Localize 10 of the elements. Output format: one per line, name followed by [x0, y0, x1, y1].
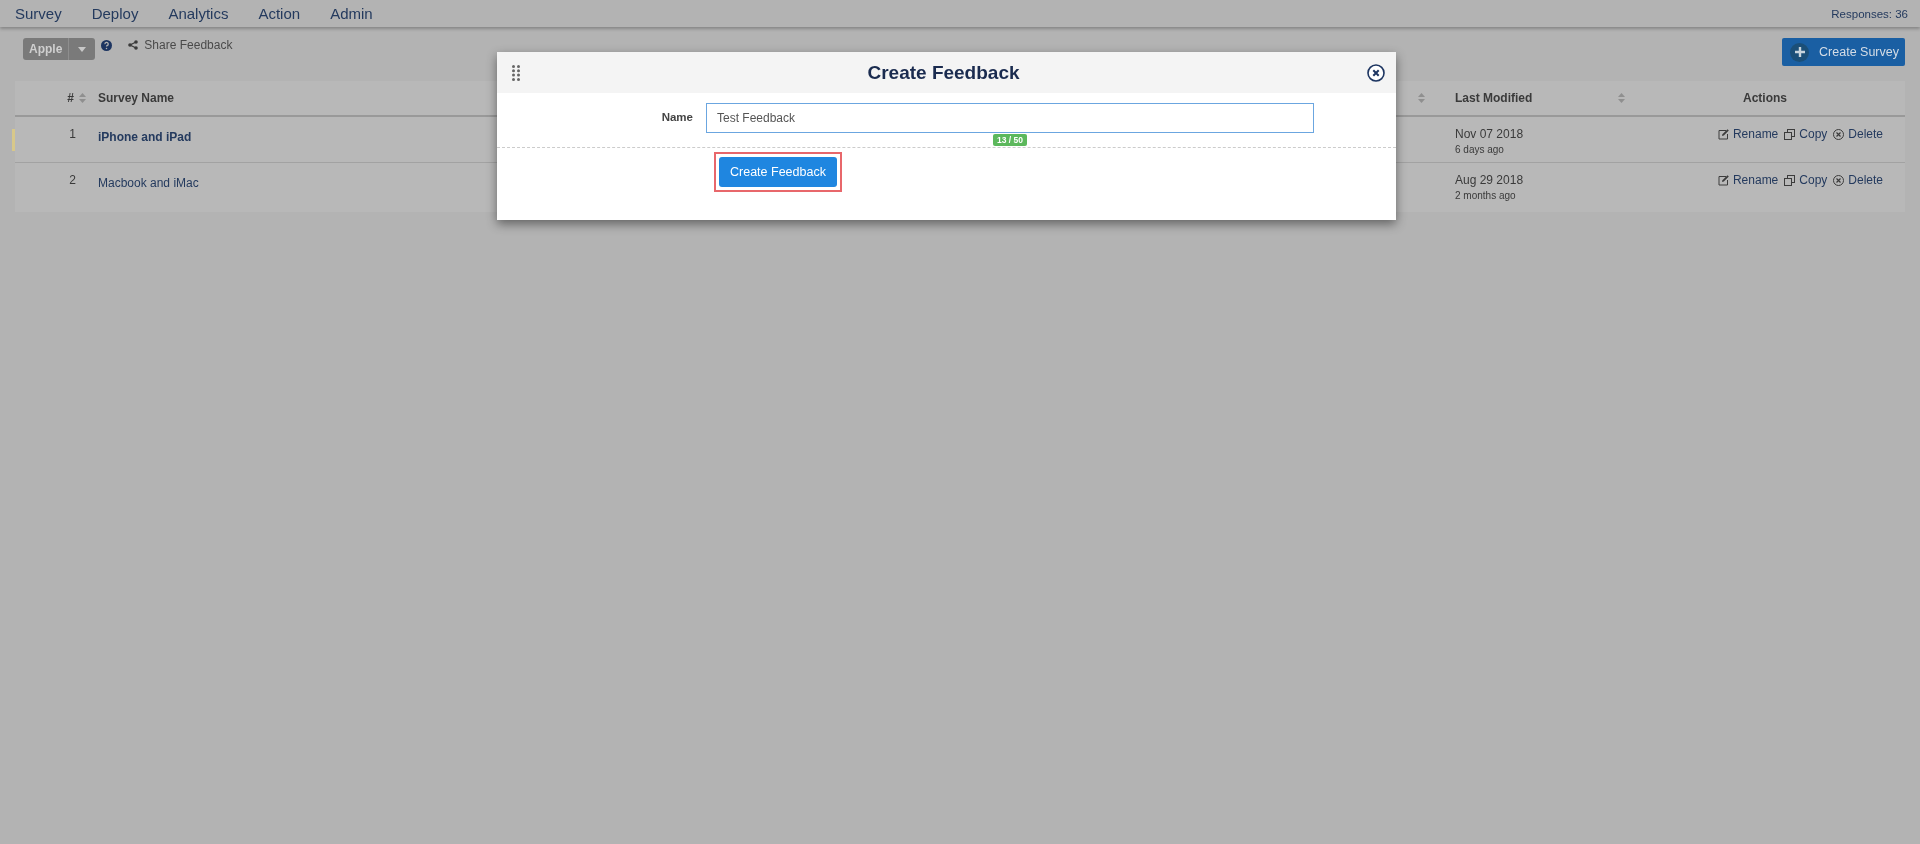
field-label: Name	[660, 110, 694, 123]
relative-time: 2 months ago	[1455, 190, 1517, 201]
relative-time: 6 days ago	[1455, 144, 1505, 155]
character-counter: 13 / 50	[993, 134, 1027, 146]
row-number: 1	[69, 127, 76, 141]
modified-date: Aug 29 2018	[1455, 173, 1525, 187]
dialog-title: Create Feedback	[867, 61, 1020, 84]
row-number: 2	[69, 173, 76, 187]
responses-count: Responses: 36	[1831, 7, 1908, 20]
modified-date: Nov 07 2018	[1455, 127, 1525, 141]
